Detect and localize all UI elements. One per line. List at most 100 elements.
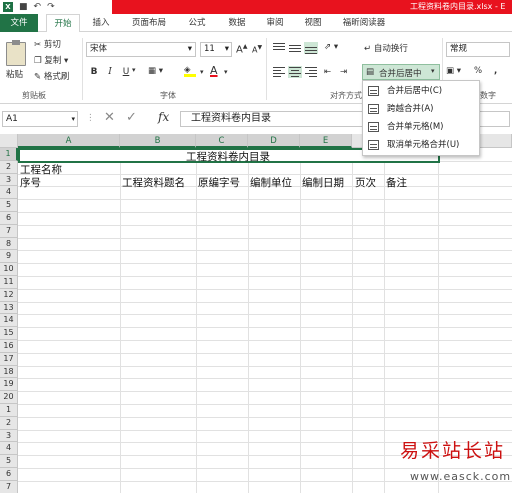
font-name-select[interactable]: 宋体 ▾: [86, 42, 196, 57]
chevron-down-icon[interactable]: ▾: [431, 67, 435, 75]
shrink-font-button[interactable]: A▼: [252, 44, 262, 55]
number-format-select[interactable]: 常规: [446, 42, 510, 57]
column-header-a[interactable]: A: [18, 134, 120, 148]
row-header[interactable]: 6: [0, 468, 18, 481]
underline-button[interactable]: U: [120, 66, 132, 78]
underline-dropdown[interactable]: ▾: [132, 66, 136, 74]
title-bar: X ■ ↶ ↷ 工程资料卷内目录.xlsx - E: [0, 0, 512, 14]
accounting-format-button[interactable]: ▣ ▾: [446, 66, 461, 76]
font-color-button[interactable]: A: [210, 64, 218, 77]
header-cell-notes[interactable]: 备注: [386, 175, 407, 190]
formula-content: 工程资料卷内目录: [191, 113, 271, 124]
align-right-icon[interactable]: [304, 66, 318, 78]
column-header-e[interactable]: E: [300, 134, 352, 148]
tab-insert[interactable]: 插入: [86, 14, 116, 32]
italic-button[interactable]: I: [104, 66, 116, 78]
row-header[interactable]: 16: [0, 340, 18, 353]
row-header[interactable]: 15: [0, 327, 18, 340]
watermark-url: www.easck.com: [410, 470, 512, 483]
merge-center-button[interactable]: ▤ 合并后居中 ▾: [362, 64, 440, 80]
sheet-title-cell[interactable]: 工程资料卷内目录: [186, 149, 270, 164]
row-header[interactable]: 10: [0, 263, 18, 276]
copy-button[interactable]: ❐ 复制 ▾: [34, 54, 68, 66]
format-painter-button[interactable]: ✎ 格式刷: [34, 70, 69, 82]
confirm-icon[interactable]: ✓: [126, 110, 137, 125]
header-cell-org[interactable]: 编制单位: [250, 175, 292, 190]
menu-item-merge-cells[interactable]: 合并单元格(M): [363, 118, 479, 136]
row-header[interactable]: 6: [0, 212, 18, 225]
column-header-d[interactable]: D: [248, 134, 300, 148]
tab-page-layout[interactable]: 页面布局: [124, 14, 174, 32]
align-left-icon[interactable]: [272, 66, 286, 78]
row-header[interactable]: 18: [0, 365, 18, 379]
font-color-dropdown[interactable]: ▾: [224, 68, 228, 76]
row-header[interactable]: 5: [0, 455, 18, 468]
row-header[interactable]: 5: [0, 199, 18, 212]
row-header[interactable]: 13: [0, 301, 18, 315]
tab-foxit-reader[interactable]: 福昕阅读器: [336, 14, 392, 32]
bold-button[interactable]: B: [88, 66, 100, 78]
header-cell-pages[interactable]: 页次: [355, 175, 376, 190]
increase-indent-icon[interactable]: ⇥: [340, 67, 347, 77]
row-header[interactable]: 17: [0, 352, 18, 366]
row-header[interactable]: 4: [0, 186, 18, 200]
undo-icon[interactable]: ↶: [34, 2, 42, 12]
row-header[interactable]: 9: [0, 250, 18, 264]
borders-button[interactable]: ▦ ▾: [148, 66, 163, 76]
row-header[interactable]: 8: [0, 237, 18, 251]
grow-font-button[interactable]: A▲: [236, 43, 247, 55]
tab-file[interactable]: 文件: [0, 14, 38, 32]
insert-function-button[interactable]: fx: [158, 110, 169, 124]
header-cell-date[interactable]: 编制日期: [302, 175, 344, 190]
row-header[interactable]: 7: [0, 480, 18, 493]
cut-button[interactable]: ✂ 剪切: [34, 38, 61, 50]
align-middle-icon[interactable]: [288, 42, 302, 54]
column-header-c[interactable]: C: [196, 134, 248, 148]
cancel-icon[interactable]: ✕: [104, 110, 115, 125]
menu-item-label: 取消单元格合并(U): [387, 140, 460, 150]
header-cell-orig-number[interactable]: 原编字号: [198, 175, 240, 190]
copy-icon: ❐: [34, 56, 42, 66]
row-header[interactable]: 7: [0, 224, 18, 238]
decrease-indent-icon[interactable]: ⇤: [324, 67, 331, 77]
menu-item-unmerge-cells[interactable]: 取消单元格合并(U): [363, 136, 479, 154]
fill-color-button[interactable]: ◈: [184, 65, 196, 77]
align-top-icon[interactable]: [272, 42, 286, 54]
row-header[interactable]: 3: [0, 173, 18, 187]
header-cell-doc-title[interactable]: 工程资料题名: [122, 175, 185, 190]
save-icon[interactable]: ■: [19, 2, 28, 12]
fill-color-dropdown[interactable]: ▾: [200, 68, 204, 76]
tab-formulas[interactable]: 公式: [182, 14, 212, 32]
percent-button[interactable]: %: [474, 66, 482, 76]
row-header[interactable]: 1: [0, 148, 18, 161]
align-center-icon[interactable]: [288, 66, 302, 78]
select-all-corner[interactable]: [0, 134, 18, 148]
row-header[interactable]: 1: [0, 404, 18, 417]
row-header[interactable]: 19: [0, 378, 18, 392]
redo-icon[interactable]: ↷: [47, 2, 55, 12]
row-header[interactable]: 20: [0, 391, 18, 404]
row-header[interactable]: 2: [0, 160, 18, 174]
align-bottom-icon[interactable]: [304, 42, 318, 54]
menu-item-merge-center[interactable]: 合并后居中(C): [363, 82, 479, 100]
tab-home[interactable]: 开始: [46, 14, 80, 33]
column-header-b[interactable]: B: [120, 134, 196, 148]
menu-item-merge-across[interactable]: 跨越合并(A): [363, 100, 479, 118]
row-header[interactable]: 11: [0, 276, 18, 289]
quick-access-toolbar: X ■ ↶ ↷: [0, 0, 55, 14]
comma-button[interactable]: ,: [494, 66, 497, 76]
format-painter-label: 格式刷: [43, 72, 70, 82]
tab-review[interactable]: 审阅: [260, 14, 290, 32]
row-header[interactable]: 3: [0, 429, 18, 443]
font-size-select[interactable]: 11 ▾: [200, 42, 232, 57]
orientation-button[interactable]: ⇗ ▾: [324, 42, 338, 52]
row-header[interactable]: 12: [0, 288, 18, 302]
name-box[interactable]: A1 ▾: [2, 111, 78, 127]
row-header[interactable]: 14: [0, 314, 18, 328]
wrap-text-button[interactable]: ↵ 自动换行: [364, 42, 408, 54]
header-cell-serial[interactable]: 序号: [20, 175, 41, 190]
tab-data[interactable]: 数据: [222, 14, 252, 32]
row-header[interactable]: 2: [0, 416, 18, 430]
tab-view[interactable]: 视图: [298, 14, 328, 32]
row-header[interactable]: 4: [0, 442, 18, 456]
